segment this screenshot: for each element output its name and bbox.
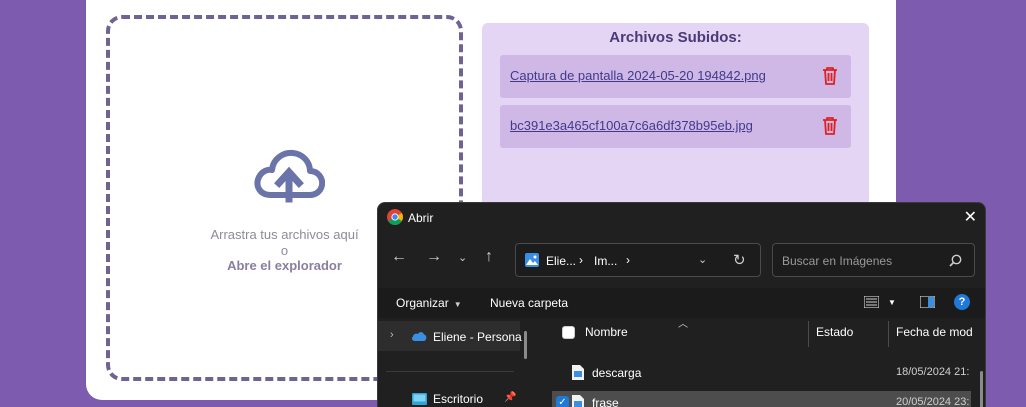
uploaded-file-item: Captura de pantalla 2024-05-20 194842.pn… (500, 55, 851, 98)
dialog-titlebar[interactable]: Abrir ✕ (378, 203, 985, 233)
uploaded-file-link[interactable]: bc391e3a465cf100a7c6a6df378b95eb.jpg (510, 118, 753, 133)
nav-label-onedrive: Eliene - Persona (433, 330, 522, 344)
nav-divider (386, 371, 514, 372)
file-date: 20/05/2024 23: (896, 396, 970, 407)
command-bar: Organizar ▼ Nueva carpeta ▼ ? (378, 288, 985, 318)
uploaded-file-item: bc391e3a465cf100a7c6a6df378b95eb.jpg (500, 105, 851, 148)
help-icon[interactable]: ? (954, 294, 970, 310)
checkmark-icon[interactable]: ✓ (556, 396, 569, 407)
image-file-icon (572, 395, 584, 407)
column-separator[interactable] (808, 321, 809, 347)
nav-item-onedrive[interactable]: › Eliene - Persona (378, 321, 522, 351)
file-list: ︿ Nombre Estado Fecha de mod descarga 18… (536, 319, 985, 407)
breadcrumb-user[interactable]: Elie... (546, 254, 576, 268)
breadcrumb-separator-icon: › (626, 253, 630, 267)
onedrive-cloud-icon (411, 332, 427, 341)
search-icon (949, 254, 962, 267)
refresh-icon[interactable]: ↻ (733, 251, 746, 269)
new-folder-button[interactable]: Nueva carpeta (490, 296, 568, 310)
file-name: descarga (592, 366, 642, 380)
nav-item-desktop[interactable]: Escritorio 📌 (378, 383, 520, 407)
up-arrow-icon[interactable]: ↑ (485, 248, 493, 266)
trash-icon[interactable] (821, 66, 839, 86)
nav-label-desktop: Escritorio (433, 392, 484, 406)
cloud-upload-icon (254, 149, 325, 203)
uploaded-files-title: Archivos Subidos: (609, 29, 742, 46)
file-list-scrollbar[interactable] (980, 371, 983, 407)
recent-locations-chevron-icon[interactable]: ⌄ (458, 251, 467, 264)
trash-icon[interactable] (821, 116, 839, 136)
sort-ascending-icon: ︿ (678, 319, 688, 330)
column-header-date[interactable]: Fecha de mod (896, 325, 973, 339)
file-row[interactable]: descarga 18/05/2024 21: (552, 361, 971, 385)
column-header-status[interactable]: Estado (816, 325, 853, 339)
forward-arrow-icon[interactable]: → (426, 248, 442, 266)
file-date: 18/05/2024 21: (896, 366, 970, 378)
navigation-bar: ← → ⌄ ↑ Elie... › Im... › ⌄ ↻ Buscar en … (378, 241, 985, 277)
view-dropdown-icon[interactable]: ▼ (888, 298, 896, 307)
file-row-selected[interactable]: ✓ frase 20/05/2024 23: (552, 391, 971, 407)
image-file-icon (572, 365, 584, 380)
organize-menu[interactable]: Organizar ▼ (396, 296, 462, 310)
address-bar[interactable]: Elie... › Im... › ⌄ ↻ (515, 243, 761, 277)
search-box[interactable]: Buscar en Imágenes (772, 243, 975, 277)
file-name: frase (592, 396, 619, 407)
preview-pane-icon[interactable] (920, 296, 935, 308)
back-arrow-icon[interactable]: ← (391, 248, 407, 266)
pictures-folder-icon (525, 253, 539, 267)
open-file-dialog: Abrir ✕ ← → ⌄ ↑ Elie... › Im... › ⌄ ↻ Bu… (377, 202, 986, 407)
search-placeholder: Buscar en Imágenes (782, 254, 893, 268)
column-header-name[interactable]: Nombre (585, 325, 628, 339)
navigation-pane: › Eliene - Persona Escritorio 📌 (378, 319, 522, 407)
address-dropdown-icon[interactable]: ⌄ (698, 253, 707, 266)
expand-chevron-icon[interactable]: › (390, 329, 394, 341)
dialog-title: Abrir (408, 211, 434, 225)
breadcrumb-images[interactable]: Im... (594, 254, 617, 268)
uploaded-file-link[interactable]: Captura de pantalla 2024-05-20 194842.pn… (510, 68, 766, 83)
close-icon[interactable]: ✕ (964, 207, 977, 227)
nav-pane-scrollbar[interactable] (524, 331, 527, 359)
breadcrumb-separator-icon: › (579, 253, 583, 267)
select-all-checkbox[interactable] (562, 326, 575, 339)
chrome-icon (387, 209, 403, 225)
column-separator[interactable] (888, 321, 889, 347)
desktop-icon (412, 393, 427, 405)
view-options-icon[interactable] (864, 296, 879, 308)
uploaded-files-panel: Archivos Subidos: Captura de pantalla 20… (482, 23, 869, 213)
pin-icon[interactable]: 📌 (504, 392, 516, 403)
